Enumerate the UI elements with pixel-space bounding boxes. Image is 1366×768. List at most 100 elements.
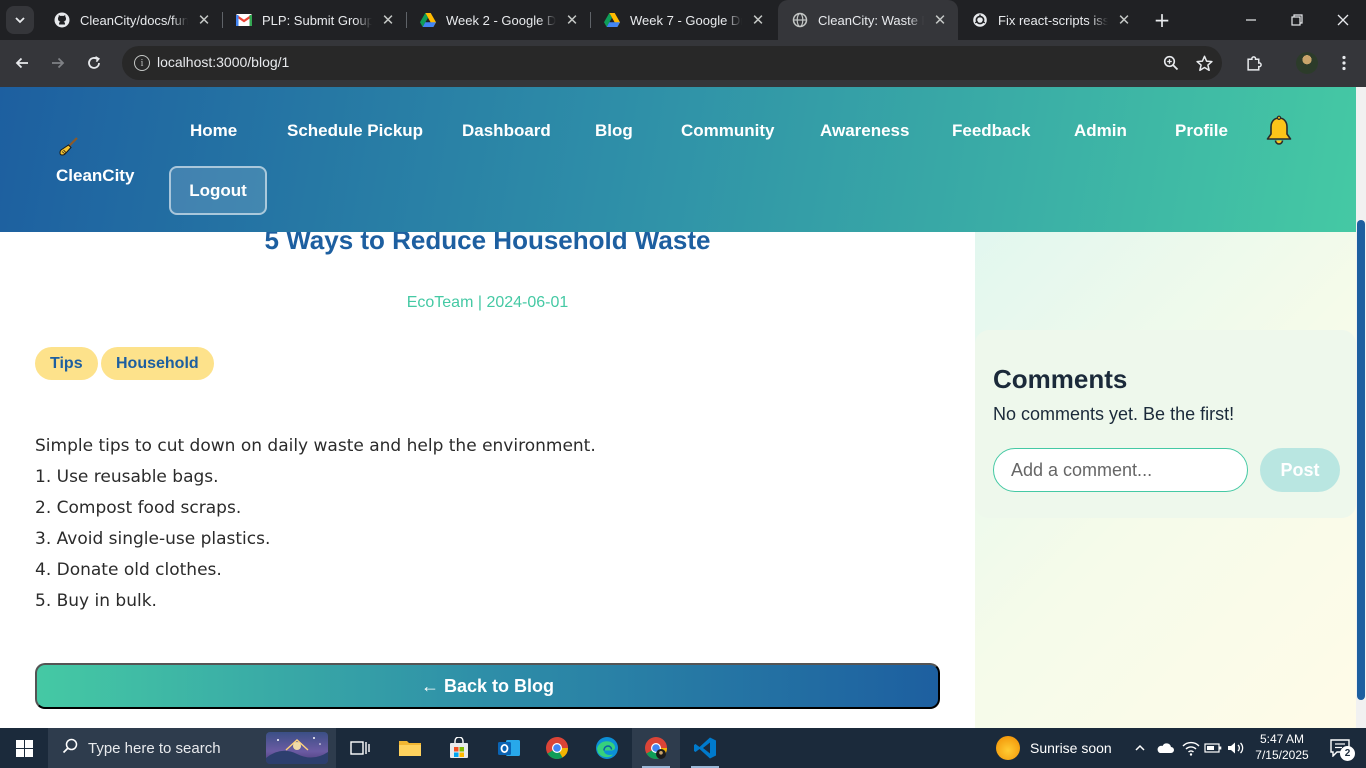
post-paragraph: Simple tips to cut down on daily waste a…: [35, 436, 596, 456]
scrollbar-thumb[interactable]: [1357, 220, 1365, 700]
tab-title: CleanCity: Waste Pick: [818, 12, 924, 28]
extensions-button[interactable]: [1245, 54, 1263, 72]
nav-link-home[interactable]: Home: [190, 121, 237, 141]
new-tab-button[interactable]: +: [1150, 8, 1174, 32]
chrome-active-button[interactable]: [632, 728, 680, 768]
post-list-item: 5. Buy in bulk.: [35, 591, 157, 611]
chevron-down-icon: [15, 17, 25, 24]
file-explorer-button[interactable]: [386, 728, 434, 768]
system-clock[interactable]: 5:47 AM 7/15/2025: [1250, 731, 1314, 763]
windows-taskbar: Type here to search Sunrise soon 5:47 AM…: [0, 728, 1366, 768]
close-icon[interactable]: ✕: [1116, 11, 1132, 29]
action-center-button[interactable]: 2: [1320, 728, 1360, 768]
minimize-icon: [1246, 19, 1256, 21]
task-view-button[interactable]: [336, 728, 384, 768]
tab-title: Week 7 - Google Driv: [630, 12, 742, 28]
chevron-up-icon: [1135, 744, 1145, 751]
more-vertical-icon: [1342, 55, 1346, 71]
post-tag[interactable]: Tips: [35, 347, 98, 380]
info-icon[interactable]: i: [134, 55, 150, 71]
plus-icon: +: [1153, 8, 1171, 32]
close-icon[interactable]: ✕: [750, 11, 766, 29]
address-bar[interactable]: i localhost:3000/blog/1: [122, 46, 1222, 80]
outlook-icon: [498, 740, 520, 756]
close-window-button[interactable]: [1320, 0, 1366, 40]
google-drive-icon: [604, 12, 620, 28]
reload-button[interactable]: [80, 49, 108, 77]
show-hidden-icons-button[interactable]: [1132, 739, 1148, 757]
close-icon[interactable]: ✕: [380, 11, 396, 29]
forward-button[interactable]: [44, 49, 72, 77]
wifi-icon[interactable]: [1182, 739, 1200, 757]
comment-input[interactable]: [993, 448, 1248, 492]
back-button[interactable]: [8, 49, 36, 77]
nav-link-profile[interactable]: Profile: [1175, 121, 1228, 141]
tab-title: Week 2 - Google Driv: [446, 12, 556, 28]
close-icon: [1337, 14, 1349, 26]
post-comment-button[interactable]: Post: [1260, 448, 1340, 492]
search-placeholder: Type here to search: [88, 739, 221, 757]
browser-tab[interactable]: PLP: Submit Group M ✕: [222, 0, 406, 40]
browser-menu-button[interactable]: [1335, 54, 1353, 72]
google-drive-icon: [420, 12, 436, 28]
folder-icon: [399, 741, 421, 756]
windows-logo-icon: [15, 739, 33, 757]
browser-tab[interactable]: Week 7 - Google Driv ✕: [590, 0, 776, 40]
nav-link-community[interactable]: Community: [681, 121, 775, 141]
profile-avatar[interactable]: [1296, 52, 1318, 74]
nav-link-blog[interactable]: Blog: [595, 121, 633, 141]
clock-date: 7/15/2025: [1255, 748, 1309, 762]
taskbar-search[interactable]: Type here to search: [48, 728, 336, 768]
notification-bell[interactable]: [1264, 115, 1294, 147]
microsoft-store-button[interactable]: [435, 728, 483, 768]
browser-tab[interactable]: CleanCity/docs/functi ✕: [40, 0, 222, 40]
close-icon[interactable]: ✕: [932, 11, 948, 29]
weather-text: Sunrise soon: [1030, 740, 1112, 756]
browser-toolbar: i localhost:3000/blog/1: [0, 40, 1366, 87]
bell-icon: [1266, 115, 1292, 145]
back-to-blog-button[interactable]: ← Back to Blog: [35, 663, 940, 709]
reload-icon: [88, 56, 101, 69]
browser-tab-active[interactable]: CleanCity: Waste Pick ✕: [778, 0, 958, 40]
page-scrollbar[interactable]: [1356, 87, 1366, 728]
nav-link-schedule-pickup[interactable]: Schedule Pickup: [287, 121, 423, 141]
browser-tab[interactable]: Fix react-scripts issue ✕: [958, 0, 1142, 40]
nav-link-awareness[interactable]: Awareness: [820, 121, 909, 141]
search-icon: [62, 738, 78, 758]
vscode-button[interactable]: [681, 728, 729, 768]
browser-tab[interactable]: Week 2 - Google Driv ✕: [406, 0, 590, 40]
nav-link-dashboard[interactable]: Dashboard: [462, 121, 551, 141]
start-button[interactable]: [0, 728, 48, 768]
zoom-button[interactable]: [1162, 54, 1180, 72]
chrome-icon: [546, 737, 568, 759]
openai-icon: [972, 12, 988, 28]
chrome-button[interactable]: [533, 728, 581, 768]
nav-link-feedback[interactable]: Feedback: [952, 121, 1030, 141]
no-comments-text: No comments yet. Be the first!: [993, 404, 1235, 424]
site-header: CleanCity Home Schedule Pickup Dashboard…: [0, 87, 1356, 232]
comments-card: Comments No comments yet. Be the first! …: [975, 330, 1356, 518]
close-icon[interactable]: ✕: [564, 11, 580, 29]
onedrive-icon[interactable]: [1155, 739, 1175, 757]
nav-link-admin[interactable]: Admin: [1074, 121, 1127, 141]
restore-button[interactable]: [1274, 0, 1320, 40]
volume-icon[interactable]: [1227, 739, 1245, 757]
tab-title: CleanCity/docs/functi: [80, 12, 188, 28]
outlook-button[interactable]: [485, 728, 533, 768]
store-icon: [450, 737, 468, 758]
weather-widget[interactable]: Sunrise soon: [996, 728, 1112, 768]
logout-button[interactable]: Logout: [169, 166, 267, 215]
edge-button[interactable]: [583, 728, 631, 768]
brand-name: CleanCity: [56, 166, 135, 185]
close-icon[interactable]: ✕: [196, 11, 212, 29]
github-icon: [54, 12, 70, 28]
tab-search-button[interactable]: [6, 6, 34, 34]
post-tag[interactable]: Household: [101, 347, 214, 380]
battery-icon[interactable]: [1204, 739, 1222, 757]
post-list-item: 1. Use reusable bags.: [35, 467, 219, 487]
minimize-button[interactable]: [1228, 0, 1274, 40]
bookmark-button[interactable]: [1195, 54, 1213, 72]
notification-count-badge: 2: [1340, 746, 1355, 761]
sunrise-icon: [996, 736, 1020, 760]
site-logo[interactable]: CleanCity: [56, 135, 136, 186]
